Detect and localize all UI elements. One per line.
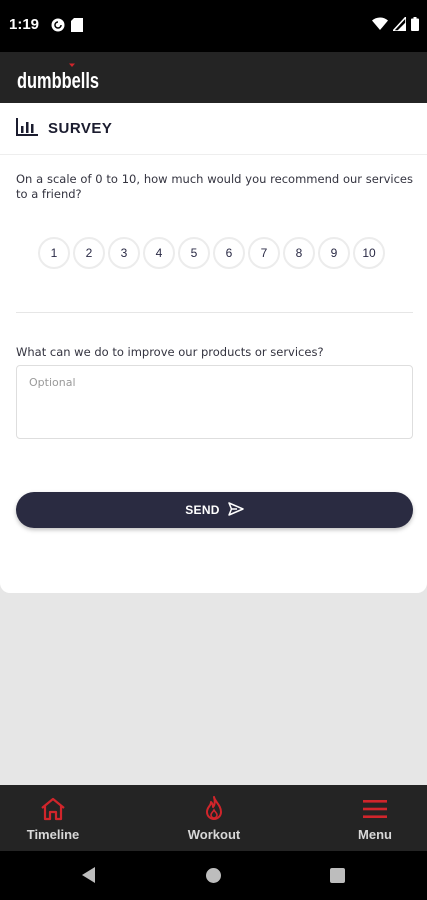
nav-workout[interactable]: Workout [179,785,249,851]
dumbbells-logo: dumbbells [17,63,101,95]
recents-icon[interactable] [330,868,345,883]
rating-option-9[interactable]: 9 [318,237,350,269]
rating-option-6[interactable]: 6 [213,237,245,269]
survey-card: SURVEY On a scale of 0 to 10, how much w… [0,103,427,593]
improve-text-field[interactable] [16,365,413,439]
survey-header: SURVEY [0,103,427,155]
nav-timeline[interactable]: Timeline [18,785,88,851]
sd-card-icon [71,17,83,36]
flame-icon [203,796,225,822]
status-bar: 1:19 [0,0,427,52]
battery-icon [411,16,419,35]
rating-option-7[interactable]: 7 [248,237,280,269]
rating-option-5[interactable]: 5 [178,237,210,269]
rating-option-4[interactable]: 4 [143,237,175,269]
nav-label-workout: Workout [187,827,241,842]
send-icon [228,501,244,519]
rating-option-3[interactable]: 3 [108,237,140,269]
home-icon [40,796,66,822]
recommend-question: On a scale of 0 to 10, how much would yo… [16,172,413,201]
send-button[interactable]: SEND [16,492,413,528]
svg-text:dumbbells: dumbbells [17,68,99,91]
back-icon[interactable] [80,866,96,888]
send-button-label: SEND [185,503,220,517]
survey-title: SURVEY [48,120,113,137]
nav-label-timeline: Timeline [26,827,80,842]
system-nav-bar [0,851,427,900]
bar-chart-icon [16,118,38,140]
home-circle-icon[interactable] [206,868,221,883]
nav-menu[interactable]: Menu [340,785,410,851]
cell-signal-icon [391,14,407,35]
rating-option-10[interactable]: 10 [353,237,385,269]
rating-option-8[interactable]: 8 [283,237,315,269]
hamburger-menu-icon [363,796,387,822]
wifi-icon [372,16,388,35]
bottom-nav: Timeline Workout Menu [0,785,427,851]
status-time: 1:19 [9,16,40,33]
section-divider [16,312,413,313]
pocket-casts-icon [51,17,65,36]
rating-scale: 1 2 3 4 5 6 7 8 9 10 [38,235,385,271]
improve-question: What can we do to improve our products o… [16,345,324,359]
rating-option-2[interactable]: 2 [73,237,105,269]
rating-option-1[interactable]: 1 [38,237,70,269]
nav-label-menu: Menu [358,827,392,842]
app-header: dumbbells [0,52,427,103]
